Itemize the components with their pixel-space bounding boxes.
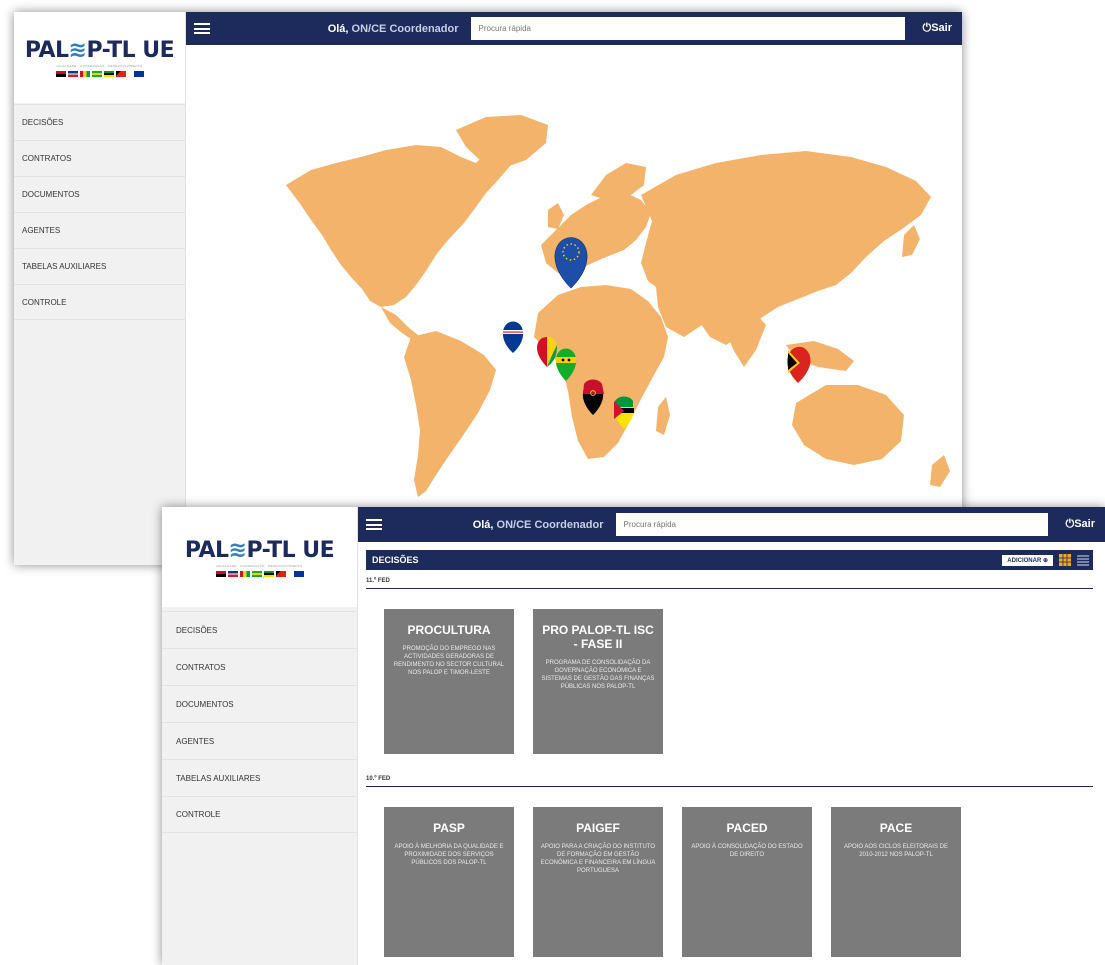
page-title: DECISÕES: [372, 555, 419, 565]
card-grid: PROCULTURA PROMOÇÃO DO EMPREGO NAS ACTIV…: [366, 589, 1093, 754]
sidebar-item-agentes[interactable]: AGENTES: [14, 212, 185, 248]
card-description: APOIO À MELHORIA DA QUALIDADE E PROXIMID…: [394, 844, 504, 866]
cabo-verde-flag-marker[interactable]: [502, 321, 524, 354]
decision-card-procultura[interactable]: PROCULTURA PROMOÇÃO DO EMPREGO NAS ACTIV…: [384, 609, 514, 754]
card-title: PROCULTURA: [407, 623, 491, 637]
quick-search-input[interactable]: [470, 17, 905, 40]
africa-shape: [534, 285, 668, 459]
central-america-shape: [381, 307, 418, 341]
scandinavia-shape: [591, 163, 646, 203]
sidebar-item-documentos[interactable]: DOCUMENTOS: [14, 176, 185, 212]
decision-card-pace[interactable]: PACE APOIO AOS CICLOS ELEITORAIS DE 2010…: [831, 807, 961, 957]
fed-group-label: 11.º FED: [366, 578, 1093, 589]
sidebar-item-documentos[interactable]: DOCUMENTOS: [162, 685, 357, 722]
world-map: [186, 45, 962, 565]
plus-icon: ⊕: [1042, 557, 1048, 564]
card-title: PACED: [726, 821, 768, 835]
decisions-content: DECISÕES ADICIONAR ⊕ 11.º FED PROCULTURA…: [358, 542, 1105, 965]
map-window: PAL≋P-TL UE IGUALDADE · COOPERAÇÃO · DES…: [14, 12, 962, 565]
sidebar-menu: DECISÕES CONTRATOS DOCUMENTOS AGENTES TA…: [162, 611, 357, 833]
fed-group-label: 10.º FED: [366, 776, 1093, 787]
sidebar-item-decisoes[interactable]: DECISÕES: [14, 104, 185, 140]
new-zealand-shape: [930, 455, 950, 487]
guine-bissau-flag-marker[interactable]: [537, 336, 557, 368]
logo[interactable]: PAL≋P-TL UE IGUALDADE · COOPERAÇÃO · DES…: [14, 12, 185, 103]
decision-card-pasp[interactable]: PASP APOIO À MELHORIA DA QUALIDADE E PRO…: [384, 807, 514, 957]
card-title: PACE: [879, 821, 913, 835]
sidebar-item-decisoes[interactable]: DECISÕES: [162, 611, 357, 648]
top-bar: Olá, ON/CE Coordenador ⏻Sair: [358, 507, 1105, 542]
north-america-shape: [286, 145, 511, 307]
logo-text: PAL≋P-TL UE: [184, 537, 335, 563]
wave-icon: ≋: [228, 537, 247, 563]
madagascar-shape: [656, 397, 670, 435]
greeting: Olá, ON/CE Coordenador: [327, 22, 459, 35]
australia-shape: [792, 385, 904, 465]
sidebar-item-contratos[interactable]: CONTRATOS: [14, 140, 185, 176]
decision-card-pro-palop-tl-isc[interactable]: PRO PALOP-TL ISC - FASE II PROGRAMA DE C…: [533, 609, 663, 754]
sidebar-item-controle[interactable]: CONTROLE: [14, 284, 185, 320]
greeting: Olá, ON/CE Coordenador: [472, 518, 604, 531]
power-icon: ⏻: [922, 22, 932, 34]
decision-card-paced[interactable]: PACED APOIO À CONSOLIDAÇÃO DO ESTADO DE …: [682, 807, 812, 957]
japan-shape: [902, 225, 920, 257]
card-grid: PASP APOIO À MELHORIA DA QUALIDADE E PRO…: [366, 787, 1093, 957]
card-title: PASP: [433, 821, 465, 835]
hamburger-menu-icon[interactable]: [194, 23, 210, 34]
eu-flag-marker[interactable]: [554, 237, 588, 289]
top-bar: Olá, ON/CE Coordenador ⏻Sair: [186, 12, 962, 45]
quick-search-input[interactable]: [615, 513, 1048, 536]
card-description: APOIO PARA A CRIAÇÃO DO INSTITUTO DE FOR…: [540, 844, 656, 874]
sidebar: PAL≋P-TL UE IGUALDADE · COOPERAÇÃO · DES…: [162, 507, 358, 965]
logo[interactable]: PAL≋P-TL UE IGUALDADE · COOPERAÇÃO · DES…: [162, 507, 357, 607]
flags-strip: [215, 570, 304, 577]
logout-button[interactable]: ⏻Sair: [1066, 518, 1096, 531]
sidebar-menu: DECISÕES CONTRATOS DOCUMENTOS AGENTES TA…: [14, 104, 185, 320]
add-button[interactable]: ADICIONAR ⊕: [1002, 554, 1053, 566]
wave-icon: ≋: [68, 38, 87, 63]
logo-text: PAL≋P-TL UE: [24, 38, 175, 63]
sidebar-item-agentes[interactable]: AGENTES: [162, 722, 357, 759]
grid-view-icon[interactable]: [1059, 554, 1071, 566]
sidebar-item-tabelas-auxiliares[interactable]: TABELAS AUXILIARES: [14, 248, 185, 284]
logo-subtitle: IGUALDADE · COOPERAÇÃO · DESENVOLVIMENTO: [216, 563, 303, 568]
sidebar-item-controle[interactable]: CONTROLE: [162, 796, 357, 833]
card-description: PROMOÇÃO DO EMPREGO NAS ACTIVIDADES GERA…: [393, 646, 505, 676]
logout-button[interactable]: ⏻Sair: [923, 22, 953, 35]
decision-card-paigef[interactable]: PAIGEF APOIO PARA A CRIAÇÃO DO INSTITUTO…: [533, 807, 663, 957]
card-description: PROGRAMA DE CONSOLIDAÇÃO DA GOVERNAÇÃO E…: [541, 660, 655, 690]
south-america-shape: [404, 331, 496, 497]
card-title: PAIGEF: [576, 821, 620, 835]
logo-subtitle: IGUALDADE · COOPERAÇÃO · DESENVOLVIMENTO: [56, 64, 143, 68]
flags-strip: [55, 71, 144, 77]
card-description: APOIO AOS CICLOS ELEITORAIS DE 2010-2012…: [844, 844, 948, 858]
list-view-icon[interactable]: [1077, 554, 1089, 566]
hamburger-menu-icon[interactable]: [366, 519, 382, 530]
world-map-svg: [286, 115, 950, 497]
sidebar: PAL≋P-TL UE IGUALDADE · COOPERAÇÃO · DES…: [14, 12, 186, 565]
timor-leste-flag-marker[interactable]: [787, 346, 811, 383]
sidebar-item-contratos[interactable]: CONTRATOS: [162, 648, 357, 685]
sidebar-item-tabelas-auxiliares[interactable]: TABELAS AUXILIARES: [162, 759, 357, 796]
power-icon: ⏻: [1065, 518, 1075, 530]
section-header: DECISÕES ADICIONAR ⊕: [366, 550, 1093, 570]
decisions-window: PAL≋P-TL UE IGUALDADE · COOPERAÇÃO · DES…: [162, 507, 1105, 965]
card-title: PRO PALOP-TL ISC - FASE II: [542, 623, 654, 651]
card-description: APOIO À CONSOLIDAÇÃO DO ESTADO DE DIREIT…: [691, 844, 803, 858]
